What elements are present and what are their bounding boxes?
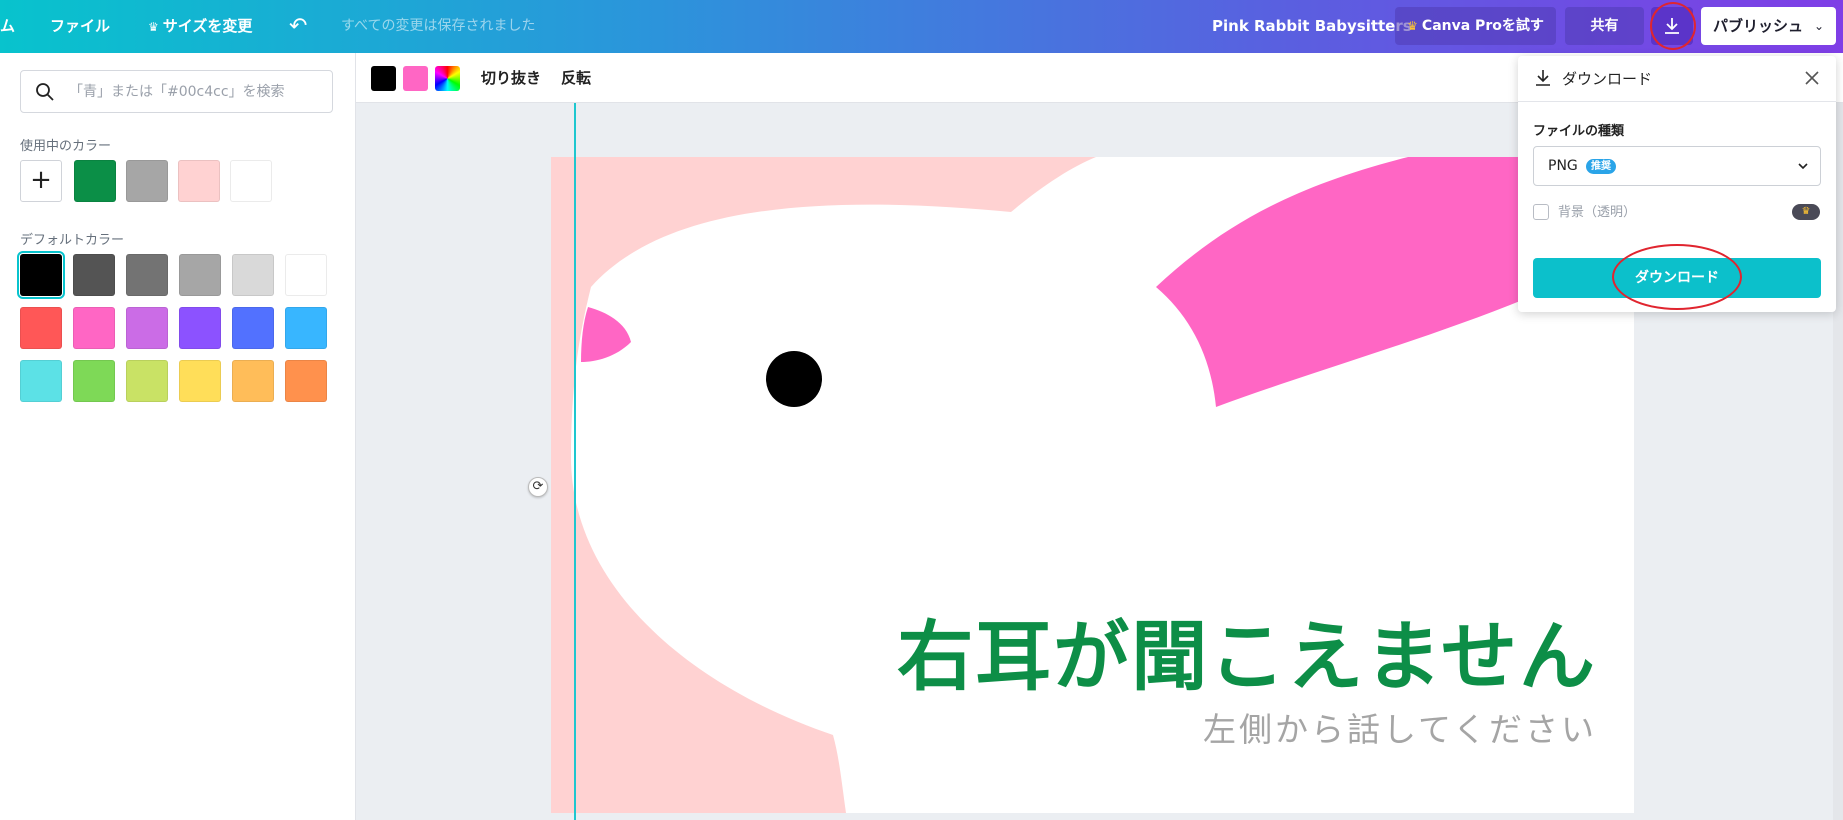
design-artboard[interactable]: 右耳が聞こえません 左側から話してください — [551, 157, 1634, 813]
used-color-swatch[interactable] — [178, 160, 220, 202]
transparent-bg-checkbox[interactable] — [1533, 204, 1549, 220]
default-color-swatch[interactable] — [126, 307, 168, 349]
default-color-swatch[interactable] — [73, 254, 115, 296]
try-pro-button[interactable]: ♛ Canva Proを試す — [1395, 7, 1556, 45]
default-color-swatch[interactable] — [232, 360, 274, 402]
color-search[interactable] — [20, 70, 333, 113]
default-color-swatch[interactable] — [126, 254, 168, 296]
download-panel: ダウンロード ファイルの種類 PNG 推奨 背景（透明） ♛ ダウンロード — [1518, 56, 1836, 312]
default-color-swatch[interactable] — [73, 307, 115, 349]
default-color-swatch[interactable] — [232, 254, 274, 296]
file-menu[interactable]: ファイル — [50, 0, 110, 53]
publish-button[interactable]: パブリッシュ ⌄ — [1701, 7, 1836, 45]
used-colors-label: 使用中のカラー — [20, 139, 112, 154]
add-color-button[interactable]: + — [20, 160, 62, 202]
file-type-select[interactable]: PNG 推奨 — [1533, 146, 1821, 186]
default-color-swatch[interactable] — [20, 307, 62, 349]
default-color-swatch[interactable] — [20, 360, 62, 402]
crown-icon: ♛ — [1407, 19, 1418, 33]
default-color-swatch[interactable] — [179, 307, 221, 349]
top-bar: ム ファイル ♛ サイズを変更 ↶ すべての変更は保存されました Pink Rab… — [0, 0, 1843, 53]
undo-icon[interactable]: ↶ — [289, 0, 307, 53]
fill-color-swatch[interactable] — [403, 66, 428, 91]
default-color-swatch[interactable] — [17, 251, 65, 299]
save-status: すべての変更は保存されました — [341, 18, 536, 34]
close-icon[interactable] — [1802, 68, 1822, 88]
annotation-circle — [1650, 2, 1696, 50]
alignment-guide — [574, 103, 576, 820]
rotate-icon[interactable]: ⟳ — [528, 477, 548, 497]
try-pro-label: Canva Proを試す — [1421, 18, 1544, 34]
default-colors-label: デフォルトカラー — [20, 233, 125, 248]
resize-button[interactable]: ♛ サイズを変更 — [148, 0, 252, 53]
subline-text[interactable]: 左側から話してください — [997, 703, 1597, 751]
file-type-value: PNG — [1548, 158, 1578, 174]
resize-label: サイズを変更 — [162, 17, 253, 35]
download-panel-header: ダウンロード — [1518, 56, 1836, 102]
home-menu[interactable]: ム — [0, 0, 15, 53]
flip-button[interactable]: 反転 — [561, 53, 591, 103]
default-color-swatch[interactable] — [232, 307, 274, 349]
default-color-swatch[interactable] — [179, 254, 221, 296]
crown-icon: ♛ — [148, 20, 159, 34]
design-title[interactable]: Pink Rabbit Babysitters — [1212, 0, 1412, 53]
crown-icon: ♛ — [1792, 204, 1820, 220]
annotation-circle — [1612, 244, 1742, 310]
default-color-swatch[interactable] — [285, 307, 327, 349]
default-color-swatch[interactable] — [285, 360, 327, 402]
share-button[interactable]: 共有 — [1565, 7, 1644, 45]
canva-editor: ム ファイル ♛ サイズを変更 ↶ すべての変更は保存されました Pink Rab… — [0, 0, 1843, 820]
color-picker-icon[interactable] — [435, 66, 460, 91]
used-color-swatch[interactable] — [230, 160, 272, 202]
text-color-swatch[interactable] — [371, 66, 396, 91]
transparent-bg-label: 背景（透明） — [1558, 205, 1637, 220]
headline-text[interactable]: 右耳が聞こえません — [857, 595, 1597, 705]
used-color-swatch[interactable] — [74, 160, 116, 202]
chevron-down-icon: ⌄ — [1813, 19, 1824, 33]
download-panel-title: ダウンロード — [1562, 70, 1653, 88]
color-panel: 使用中のカラー + デフォルトカラー — [0, 53, 356, 820]
chevron-down-icon — [1798, 163, 1808, 170]
default-color-swatch[interactable] — [179, 360, 221, 402]
default-color-swatch[interactable] — [126, 360, 168, 402]
used-color-swatch[interactable] — [126, 160, 168, 202]
search-icon — [36, 83, 54, 101]
default-color-swatch[interactable] — [73, 360, 115, 402]
default-color-swatch[interactable] — [285, 254, 327, 296]
recommended-badge: 推奨 — [1586, 159, 1616, 174]
file-type-label: ファイルの種類 — [1533, 124, 1625, 139]
download-icon — [1536, 70, 1550, 86]
crop-button[interactable]: 切り抜き — [481, 53, 541, 103]
publish-label: パブリッシュ — [1713, 17, 1804, 35]
search-input[interactable] — [69, 71, 324, 112]
